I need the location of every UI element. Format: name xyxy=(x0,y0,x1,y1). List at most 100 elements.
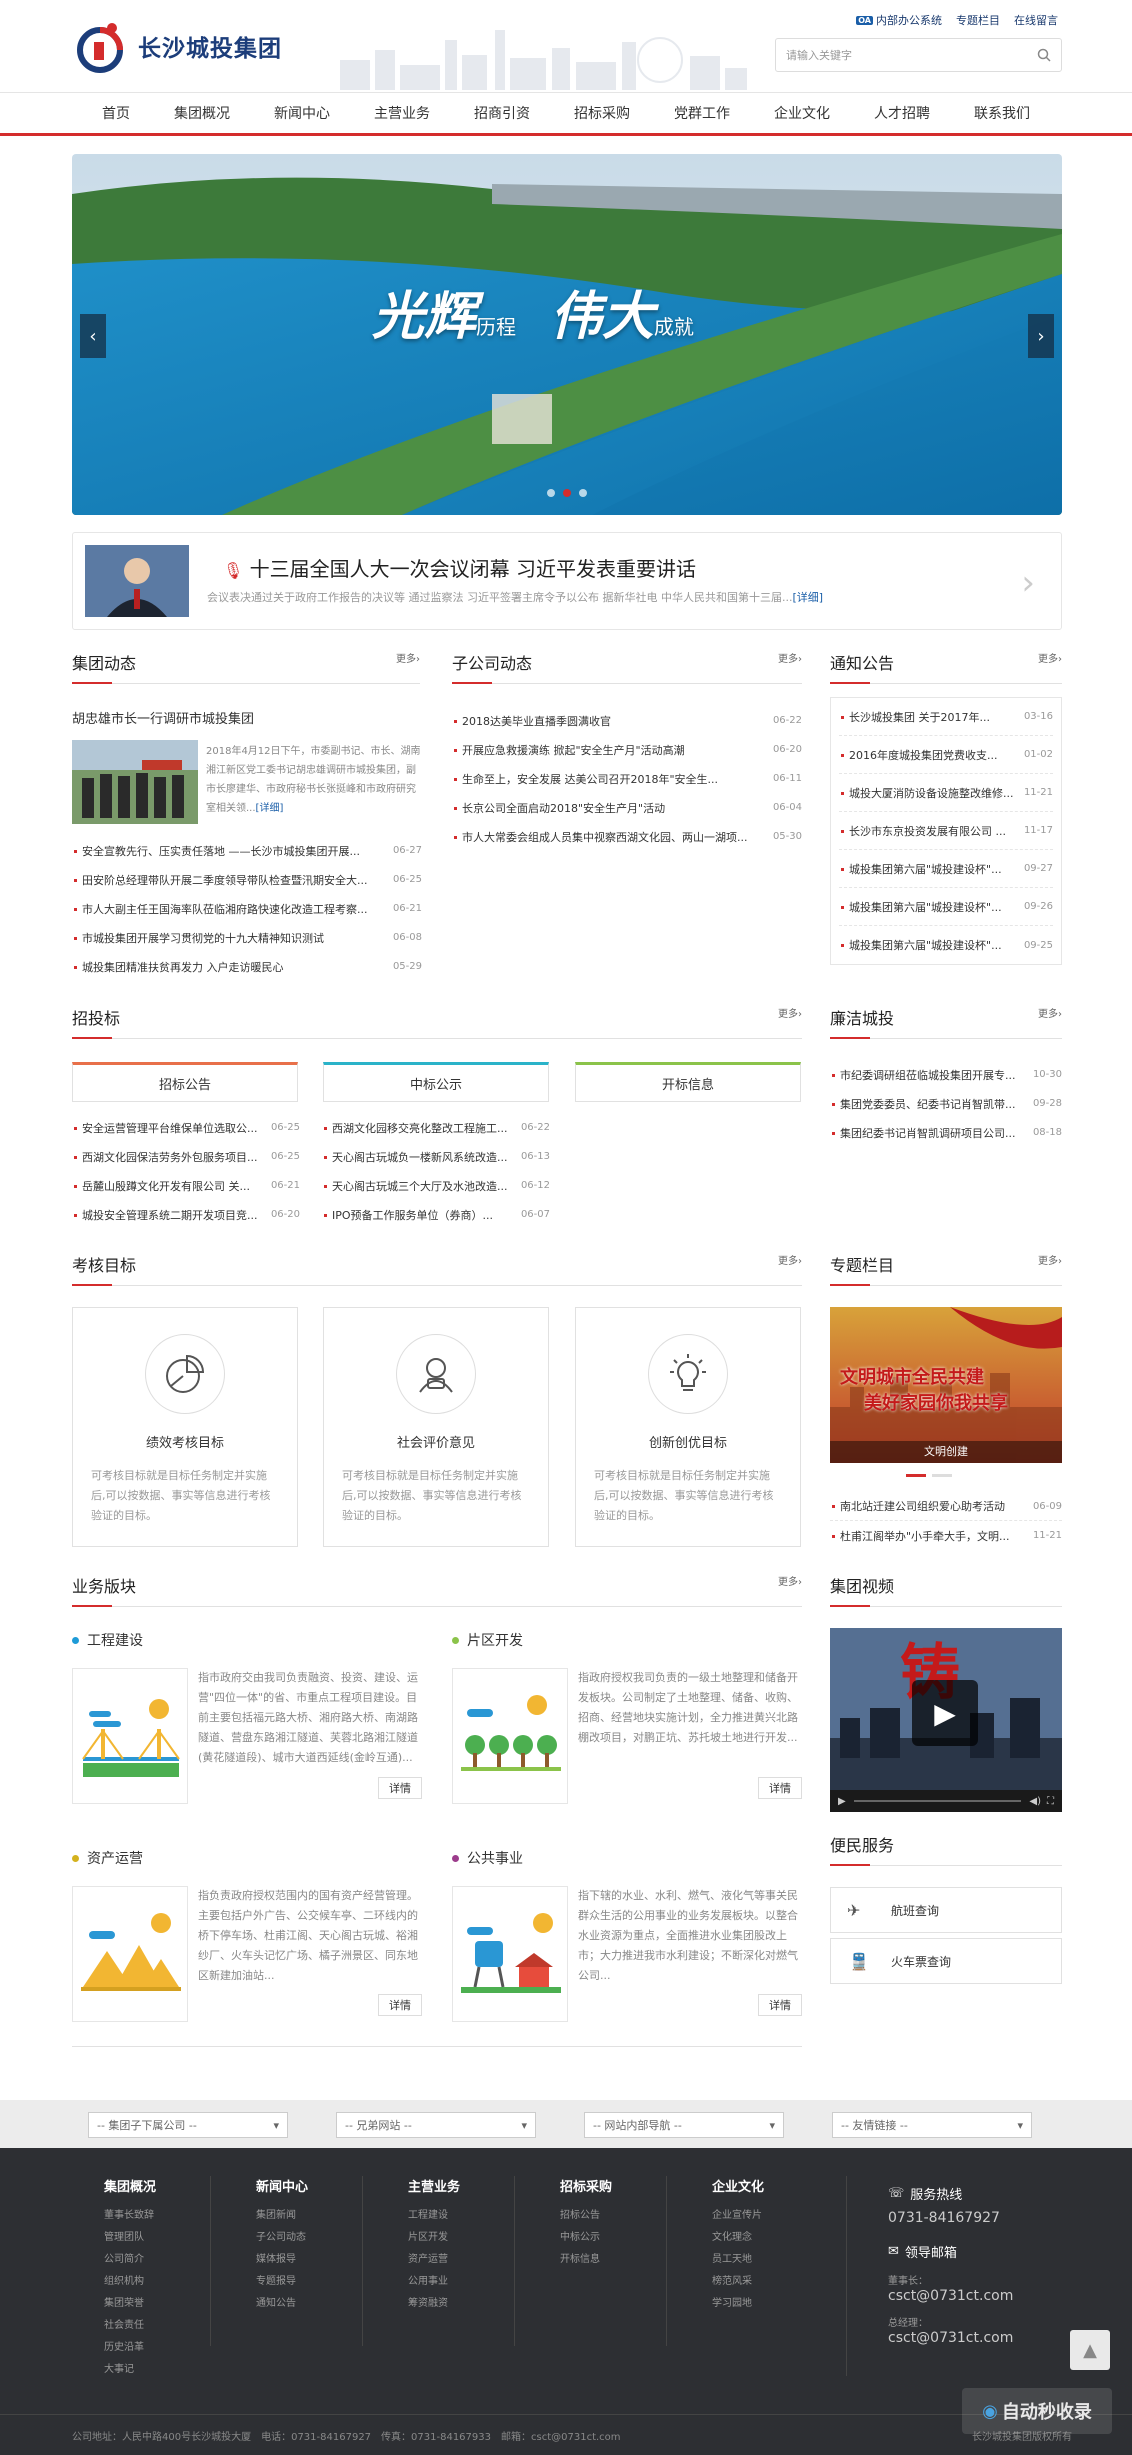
goal-card-social[interactable]: 社会评价意见 可考核目标就是目标任务制定并实施后,可以按数据、事实等信息进行考核… xyxy=(323,1307,549,1547)
search-icon[interactable] xyxy=(1037,48,1051,62)
news-feature-title[interactable]: 胡忠雄市长一行调研市城投集团 xyxy=(72,708,254,727)
footer-link[interactable]: 子公司动态 xyxy=(256,2227,308,2249)
headline-more-link[interactable]: [详细] xyxy=(792,591,823,604)
list-item[interactable]: 城投安全管理系统二期开发项目竞... 06-20 xyxy=(72,1200,300,1229)
list-item[interactable]: 城投集团第六届"城投建设杯"... 09-26 xyxy=(839,888,1053,926)
list-item[interactable]: 西湖文化园移交亮化整改工程施工... 06-22 xyxy=(322,1113,550,1142)
select-subsidiary[interactable]: -- 集团子下属公司 -- ▾ xyxy=(88,2112,288,2138)
biz-title-district[interactable]: 片区开发 xyxy=(452,1630,523,1650)
biz-title-public[interactable]: 公共事业 xyxy=(452,1848,523,1868)
biz-title-engineering[interactable]: 工程建设 xyxy=(72,1630,143,1650)
list-item[interactable]: 安全运营管理平台维保单位选取公... 06-25 xyxy=(72,1113,300,1142)
list-item[interactable]: 岳麓山殷蹲文化开发有限公司 关... 06-21 xyxy=(72,1171,300,1200)
list-item[interactable]: 市人大副主任王国海率队莅临湘府路快速化改造工程考察... 06-21 xyxy=(72,894,422,923)
list-item[interactable]: 城投集团精准扶贫再发力 入户走访暖民心 05-29 xyxy=(72,952,422,981)
biz-image-district[interactable] xyxy=(452,1668,568,1804)
goal-card-performance[interactable]: 绩效考核目标 可考核目标就是目标任务制定并实施后,可以按数据、事实等信息进行考核… xyxy=(72,1307,298,1547)
biz-detail-button-assets[interactable]: 详情 xyxy=(378,1994,422,2016)
biz-detail-button-public[interactable]: 详情 xyxy=(758,1994,802,2016)
biz-detail-button-engineering[interactable]: 详情 xyxy=(378,1777,422,1799)
biz-title-assets[interactable]: 资产运营 xyxy=(72,1848,143,1868)
top-link-message[interactable]: 在线留言 xyxy=(1014,12,1058,28)
footer-link[interactable]: 员工天地 xyxy=(712,2249,764,2271)
list-item[interactable]: 长沙城投集团 关于2017年... 03-16 xyxy=(839,698,1053,736)
footer-link[interactable]: 专题报导 xyxy=(256,2271,308,2293)
footer-col-title[interactable]: 主营业务 xyxy=(408,2176,460,2195)
business-more-link[interactable]: 更多› xyxy=(778,1573,802,1588)
list-item[interactable]: 杜甫江阁举办"小手牵大手，文明... 11-21 xyxy=(830,1521,1062,1550)
footer-link[interactable]: 文化理念 xyxy=(712,2227,764,2249)
video-controls[interactable]: ▶ ◀) ⛶ xyxy=(830,1790,1062,1812)
headline-news[interactable]: 🎙 十三届全国人大一次会议闭幕 习近平发表重要讲话 会议表决通过关于政府工作报告… xyxy=(72,532,1062,630)
special-banner[interactable]: 文明城市全民共建 美好家园你我共享 文明创建 xyxy=(830,1307,1062,1463)
biz-image-engineering[interactable] xyxy=(72,1668,188,1804)
nav-contact[interactable]: 联系我们 xyxy=(968,103,1036,123)
integrity-more-link[interactable]: 更多› xyxy=(1038,1005,1062,1020)
nav-culture[interactable]: 企业文化 xyxy=(768,103,836,123)
list-item[interactable]: 南北站迁建公司组织爱心助考活动 06-09 xyxy=(830,1492,1062,1521)
footer-link[interactable]: 公司简介 xyxy=(104,2249,156,2271)
nav-business[interactable]: 主营业务 xyxy=(368,103,436,123)
special-more-link[interactable]: 更多› xyxy=(1038,1252,1062,1267)
banner-prev-button[interactable]: ‹ xyxy=(80,314,106,358)
special-dot-active[interactable] xyxy=(906,1474,926,1477)
notice-more-link[interactable]: 更多› xyxy=(1038,650,1062,665)
footer-link[interactable]: 媒体报导 xyxy=(256,2249,308,2271)
news-feature-photo[interactable] xyxy=(72,740,198,824)
footer-link[interactable]: 集团荣誉 xyxy=(104,2293,156,2315)
list-item[interactable]: 天心阁古玩城负一楼新风系统改造... 06-13 xyxy=(322,1142,550,1171)
select-friend-links[interactable]: -- 友情链接 -- ▾ xyxy=(832,2112,1032,2138)
nav-bidding[interactable]: 招标采购 xyxy=(568,103,636,123)
biz-detail-button-district[interactable]: 详情 xyxy=(758,1777,802,1799)
footer-col-title[interactable]: 企业文化 xyxy=(712,2176,764,2195)
nav-home[interactable]: 首页 xyxy=(96,103,136,123)
volume-icon[interactable]: ◀) xyxy=(1029,1796,1041,1807)
service-flight[interactable]: ✈ 航班查询 xyxy=(830,1887,1062,1933)
list-item[interactable]: 市城投集团开展学习贯彻党的十九大精神知识测试 06-08 xyxy=(72,923,422,952)
hero-banner[interactable]: 光辉历程 伟大成就 ‹ › xyxy=(72,154,1062,515)
banner-dot-active[interactable] xyxy=(563,489,571,497)
back-to-top-button[interactable]: ▲ xyxy=(1070,2330,1110,2370)
list-item[interactable]: 西湖文化园保洁劳务外包服务项目... 06-25 xyxy=(72,1142,300,1171)
footer-link[interactable]: 历史沿革 xyxy=(104,2337,156,2359)
play-icon[interactable]: ▶ xyxy=(838,1796,846,1807)
tab-bid-opening[interactable]: 开标信息 xyxy=(575,1062,801,1102)
banner-dot[interactable] xyxy=(579,489,587,497)
banner-dot[interactable] xyxy=(547,489,555,497)
nav-recruit[interactable]: 人才招聘 xyxy=(868,103,936,123)
footer-link[interactable]: 社会责任 xyxy=(104,2315,156,2337)
select-internal-nav[interactable]: -- 网站内部导航 -- ▾ xyxy=(584,2112,784,2138)
subsidiary-more-link[interactable]: 更多› xyxy=(778,650,802,665)
footer-link[interactable]: 企业宣传片 xyxy=(712,2205,764,2227)
list-item[interactable]: 集团党委委员、纪委书记肖智凯带... 09-28 xyxy=(830,1089,1062,1118)
bidding-more-link[interactable]: 更多› xyxy=(778,1005,802,1020)
chairman-email[interactable]: csct@0731ct.com xyxy=(888,2288,1013,2304)
tab-bid-winner[interactable]: 中标公示 xyxy=(323,1062,549,1102)
footer-link[interactable]: 筹资融资 xyxy=(408,2293,460,2315)
video-play-button[interactable]: ▶ xyxy=(912,1680,978,1746)
list-item[interactable]: 城投大厦消防设备设施整改维修... 11-21 xyxy=(839,774,1053,812)
nav-overview[interactable]: 集团概况 xyxy=(168,103,236,123)
footer-link[interactable]: 资产运营 xyxy=(408,2249,460,2271)
footer-link[interactable]: 管理团队 xyxy=(104,2227,156,2249)
goals-more-link[interactable]: 更多› xyxy=(778,1252,802,1267)
special-dot[interactable] xyxy=(932,1474,952,1477)
search-box[interactable]: 请输入关键字 xyxy=(775,38,1062,72)
goal-card-innovation[interactable]: 创新创优目标 可考核目标就是目标任务制定并实施后,可以按数据、事实等信息进行考核… xyxy=(575,1307,801,1547)
list-item[interactable]: 城投集团第六届"城投建设杯"... 09-27 xyxy=(839,850,1053,888)
footer-link[interactable]: 中标公示 xyxy=(560,2227,612,2249)
fullscreen-icon[interactable]: ⛶ xyxy=(1047,1796,1054,1807)
nav-party[interactable]: 党群工作 xyxy=(668,103,736,123)
nav-news[interactable]: 新闻中心 xyxy=(268,103,336,123)
footer-link[interactable]: 大事记 xyxy=(104,2359,156,2381)
top-link-special[interactable]: 专题栏目 xyxy=(956,12,1000,28)
biz-image-public[interactable] xyxy=(452,1886,568,2022)
footer-link[interactable]: 学习园地 xyxy=(712,2293,764,2315)
news-feature-more-link[interactable]: [详细] xyxy=(256,803,284,814)
list-item[interactable]: 市人大常委会组成人员集中视察西湖文化园、两山一湖项... 05-30 xyxy=(452,822,802,851)
search-input[interactable]: 请输入关键字 xyxy=(786,47,852,63)
hotline-number[interactable]: 0731-84167927 xyxy=(888,2210,1000,2226)
gm-email[interactable]: csct@0731ct.com xyxy=(888,2330,1013,2346)
top-link-office[interactable]: 内部办公系统 xyxy=(876,12,942,28)
footer-link[interactable]: 集团新闻 xyxy=(256,2205,308,2227)
